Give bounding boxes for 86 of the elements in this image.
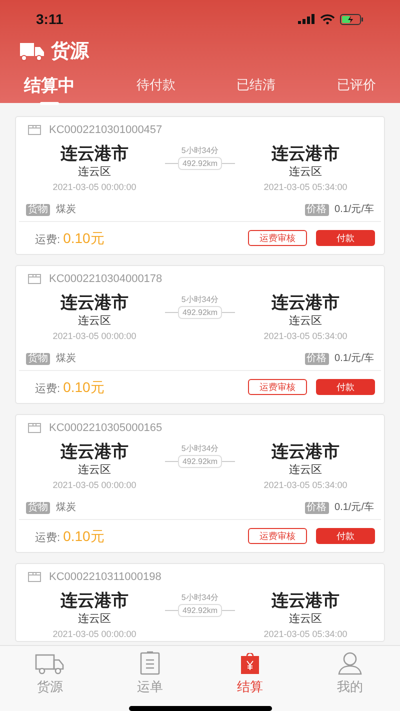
date-time: 2021-03-05 05:34:00	[264, 479, 348, 492]
fee-amount: 0.10元	[63, 526, 104, 546]
box-icon	[28, 423, 41, 433]
price-tag: 价格	[304, 204, 329, 216]
cargo-tag: 货物	[26, 502, 50, 514]
city-name: 连云港市	[272, 590, 340, 611]
nav-tab[interactable]: 运单	[120, 649, 180, 696]
city-name: 连云港市	[60, 292, 128, 313]
box-icon	[28, 274, 41, 284]
tab[interactable]: 已结清	[236, 72, 276, 94]
fee-label: 运费:	[35, 232, 60, 248]
order-card[interactable]: KC0002210311000198 连云港市 连云区 2021-03-05 00:00:00 5小时34分 492.92km 连云港市 连云区 2021-03-05 05:34:00	[15, 563, 385, 642]
box-icon	[28, 572, 41, 582]
district-name: 连云区	[78, 165, 111, 180]
price-text: 0.1/元/车	[334, 500, 374, 515]
cargo-text: 煤炭	[56, 352, 76, 366]
district-name: 连云区	[78, 612, 111, 627]
review-button[interactable]: 运费审核	[248, 379, 307, 395]
city-name: 连云港市	[272, 143, 340, 164]
distance-label: 492.92km	[178, 604, 222, 617]
review-button[interactable]: 运费审核	[248, 230, 307, 246]
price-text: 0.1/元/车	[334, 202, 374, 217]
city-name: 连云港市	[272, 292, 340, 313]
district-name: 连云区	[78, 463, 111, 478]
date-time: 2021-03-05 00:00:00	[52, 628, 136, 641]
person-icon	[338, 651, 362, 675]
duration-text: 5小时34分	[181, 145, 219, 157]
signal-icon	[298, 14, 315, 24]
cargo-text: 煤炭	[56, 202, 76, 217]
distance-label: 492.92km	[178, 157, 222, 170]
district-name: 连云区	[78, 314, 111, 329]
tab[interactable]: 结算中	[24, 72, 75, 105]
price-text: 0.1/元/车	[334, 352, 374, 366]
status-time: 3:11	[36, 10, 64, 28]
city-name: 连云港市	[60, 441, 128, 462]
date-time: 2021-03-05 05:34:00	[264, 628, 348, 641]
date-time: 2021-03-05 00:00:00	[52, 330, 136, 343]
date-time: 2021-03-05 00:00:00	[52, 479, 136, 492]
price-tag: 价格	[304, 502, 329, 514]
clipboard-icon	[140, 651, 160, 675]
page-title: 货源	[51, 40, 89, 64]
fee-label: 运费:	[35, 530, 60, 546]
shopping-bag-icon	[240, 653, 260, 675]
wifi-icon	[320, 14, 335, 24]
review-button[interactable]: 运费审核	[248, 528, 307, 544]
district-name: 连云区	[289, 463, 322, 478]
cargo-tag: 货物	[26, 204, 50, 216]
duration-text: 5小时34分	[181, 294, 219, 306]
pay-button[interactable]: 付款	[316, 528, 375, 544]
city-name: 连云港市	[272, 441, 340, 462]
date-time: 2021-03-05 05:34:00	[264, 181, 348, 194]
tab[interactable]: 已评价	[336, 72, 376, 94]
district-name: 连云区	[289, 165, 322, 180]
duration-text: 5小时34分	[181, 443, 219, 455]
order-card[interactable]: KC0002210305000165 连云港市 连云区 2021-03-05 00:00:00 5小时34分 492.92km 连云港市 连云区 2021-03-05 05:34:00 货物 煤炭 价格 0.1/元/车 运费: 0.10元 运费审核 付款	[15, 414, 385, 553]
nav-tab[interactable]: 货源	[20, 649, 80, 696]
order-number: KC0002210304000178	[49, 272, 162, 287]
order-number: KC0002210305000165	[49, 420, 162, 436]
order-number: KC0002210301000457	[49, 122, 162, 138]
fee-label: 运费:	[35, 382, 60, 396]
tab[interactable]: 待付款	[136, 72, 176, 94]
price-tag: 价格	[304, 352, 329, 364]
fee-amount: 0.10元	[63, 228, 104, 248]
distance-label: 492.92km	[178, 306, 222, 319]
city-name: 连云港市	[60, 143, 128, 164]
cargo-tag: 货物	[26, 352, 50, 364]
truck-icon	[35, 653, 65, 675]
fee-amount: 0.10元	[63, 378, 104, 396]
date-time: 2021-03-05 05:34:00	[264, 330, 348, 343]
box-icon	[28, 125, 41, 135]
pay-button[interactable]: 付款	[316, 379, 375, 395]
date-time: 2021-03-05 00:00:00	[52, 181, 136, 194]
battery-icon	[340, 14, 364, 24]
nav-tab[interactable]: 结算	[220, 649, 280, 696]
district-name: 连云区	[289, 612, 322, 627]
city-name: 连云港市	[60, 590, 128, 611]
district-name: 连云区	[289, 314, 322, 329]
pay-button[interactable]: 付款	[316, 230, 375, 246]
order-number: KC0002210311000198	[49, 570, 162, 585]
distance-label: 492.92km	[178, 455, 222, 468]
duration-text: 5小时34分	[181, 592, 219, 604]
truck-icon	[20, 43, 45, 62]
order-card[interactable]: KC0002210301000457 连云港市 连云区 2021-03-05 00:00:00 5小时34分 492.92km 连云港市 连云区 2021-03-05 05:34:00 货物 煤炭 价格 0.1/元/车 运费: 0.10元 运费审核 付款	[15, 116, 385, 255]
nav-tab[interactable]: 我的	[320, 649, 380, 696]
order-card[interactable]: KC0002210304000178 连云港市 连云区 2021-03-05 00:00:00 5小时34分 492.92km 连云港市 连云区 2021-03-05 05:34:00 货物 煤炭 价格 0.1/元/车 运费: 0.10元 运费审核 付款	[15, 265, 385, 404]
cargo-text: 煤炭	[56, 500, 76, 515]
